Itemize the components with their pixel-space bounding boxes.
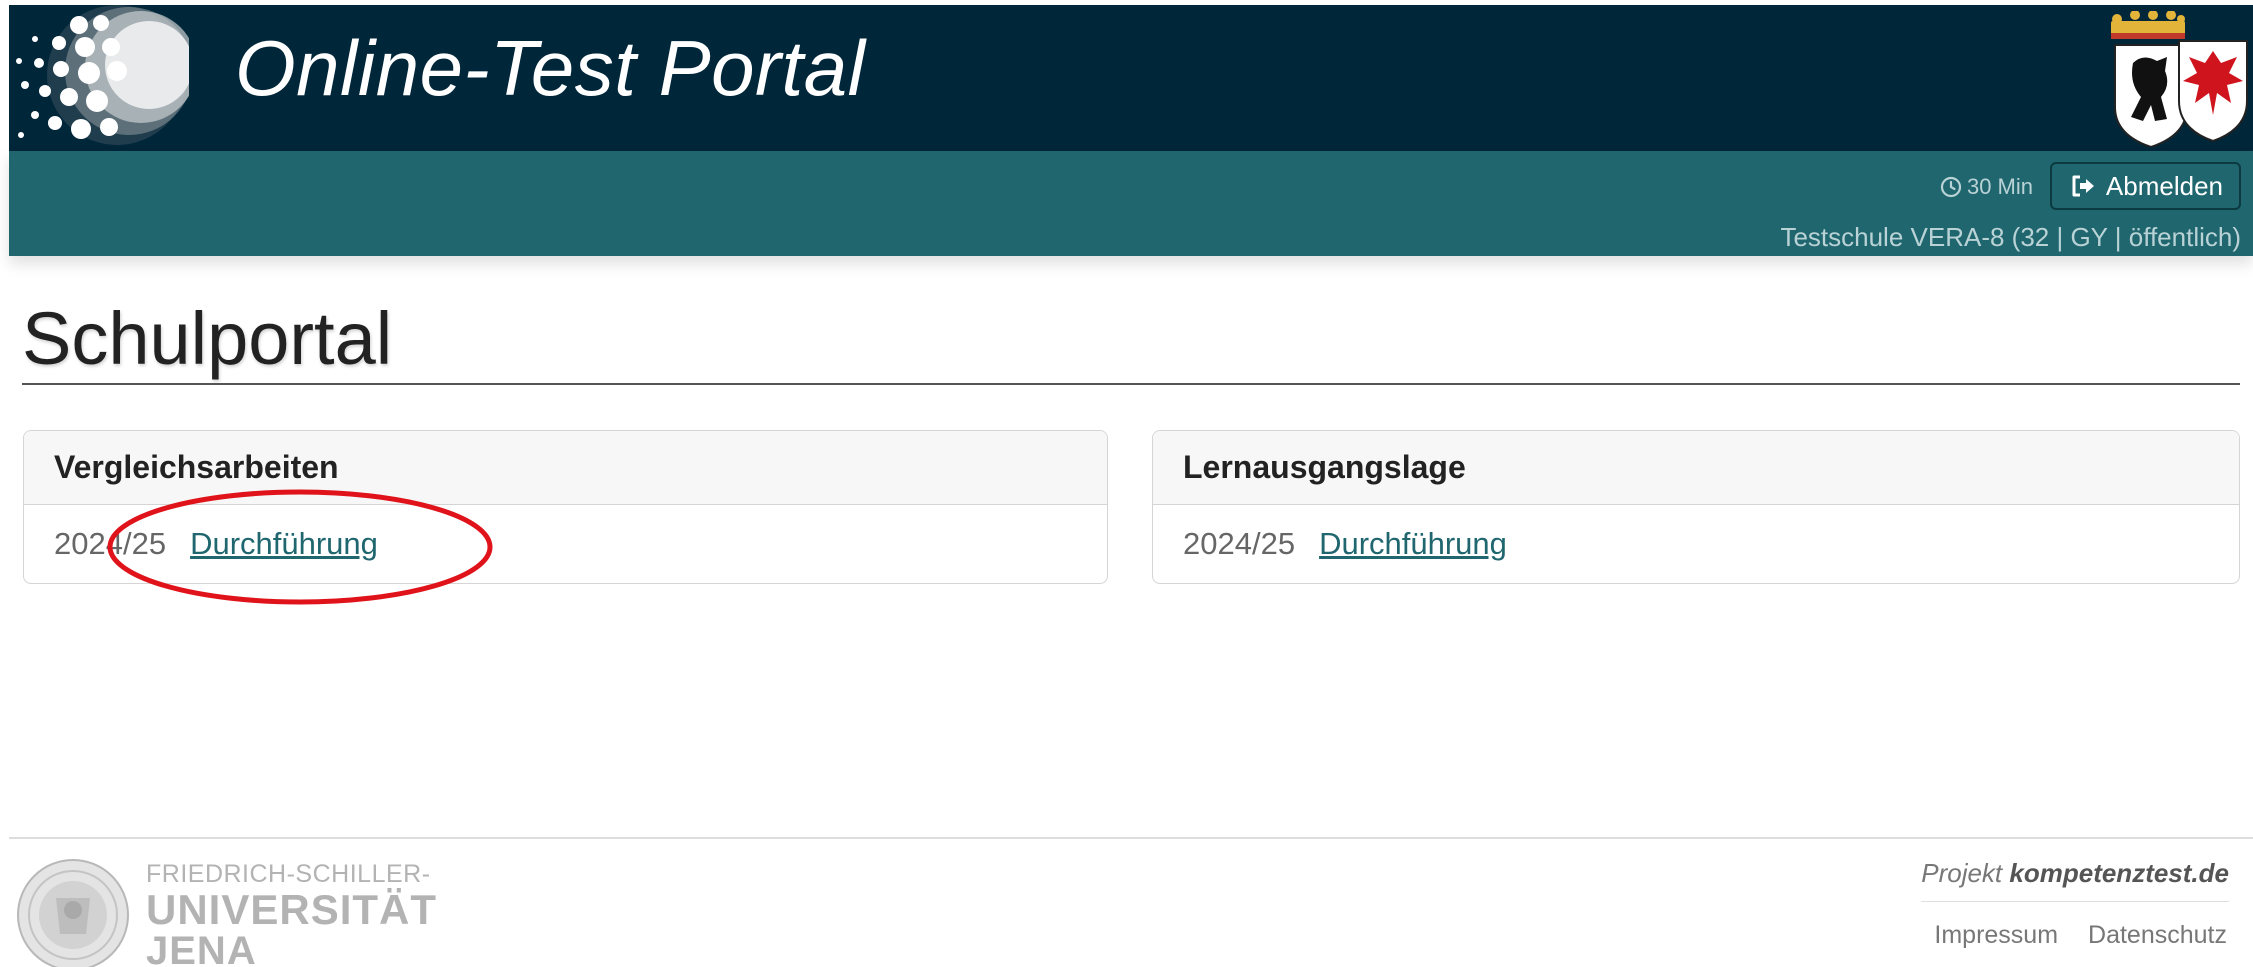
logo-dots-icon (16, 5, 189, 145)
clock-icon (1940, 176, 1962, 198)
page: Online-Test Portal 30 Min Abmelden Tests… (0, 0, 2253, 967)
timer-text: 30 Min (1966, 174, 2033, 199)
logout-label: Abmelden (2105, 170, 2223, 201)
impressum-link[interactable]: Impressum (1934, 921, 2058, 950)
university-line-1: FRIEDRICH-SCHILLER- (146, 860, 431, 888)
sign-out-icon (2072, 175, 2094, 197)
logout-button[interactable]: Abmelden (2049, 162, 2241, 210)
page-title: Schulportal (22, 297, 393, 380)
footer-divider (9, 837, 2253, 839)
school-name: Testschule VERA-8 (32 | GY | öffentlich) (1780, 222, 2241, 252)
project-credit: Projekt kompetenztest.de (1921, 858, 2229, 902)
card-body: 2024/25 Durchführung (24, 505, 1107, 583)
card-title: Vergleichsarbeiten (24, 431, 1107, 505)
university-line-2: UNIVERSITÄT (146, 886, 438, 933)
project-prefix: Projekt (1921, 858, 2003, 888)
project-brand: kompetenztest.de (2009, 858, 2229, 888)
app-title: Online-Test Portal (235, 24, 866, 112)
card-lernausgangslage: Lernausgangslage 2024/25 Durchführung (1152, 430, 2240, 584)
durchfuehrung-link-lernausgangslage[interactable]: Durchführung (1319, 526, 1507, 562)
school-year: 2024/25 (54, 526, 167, 561)
session-timer: 30 Min (1939, 174, 2033, 200)
card-vergleichsarbeiten: Vergleichsarbeiten 2024/25 Durchführung (23, 430, 1108, 584)
card-body: 2024/25 Durchführung (1153, 505, 2239, 583)
university-seal-icon (17, 859, 129, 967)
university-wordmark: FRIEDRICH-SCHILLER- UNIVERSITÄT JENA (146, 862, 437, 967)
header-top: Online-Test Portal (9, 5, 2253, 151)
title-divider (22, 383, 2240, 385)
durchfuehrung-link-vergleichsarbeiten[interactable]: Durchführung (190, 526, 378, 562)
school-year: 2024/25 (1183, 526, 1296, 561)
footer-links: Impressum Datenschutz (1934, 921, 2227, 950)
datenschutz-link[interactable]: Datenschutz (2088, 921, 2227, 950)
coat-of-arms-icon (2111, 11, 2248, 147)
university-line-3: JENA (146, 929, 257, 967)
card-title: Lernausgangslage (1153, 431, 2239, 505)
